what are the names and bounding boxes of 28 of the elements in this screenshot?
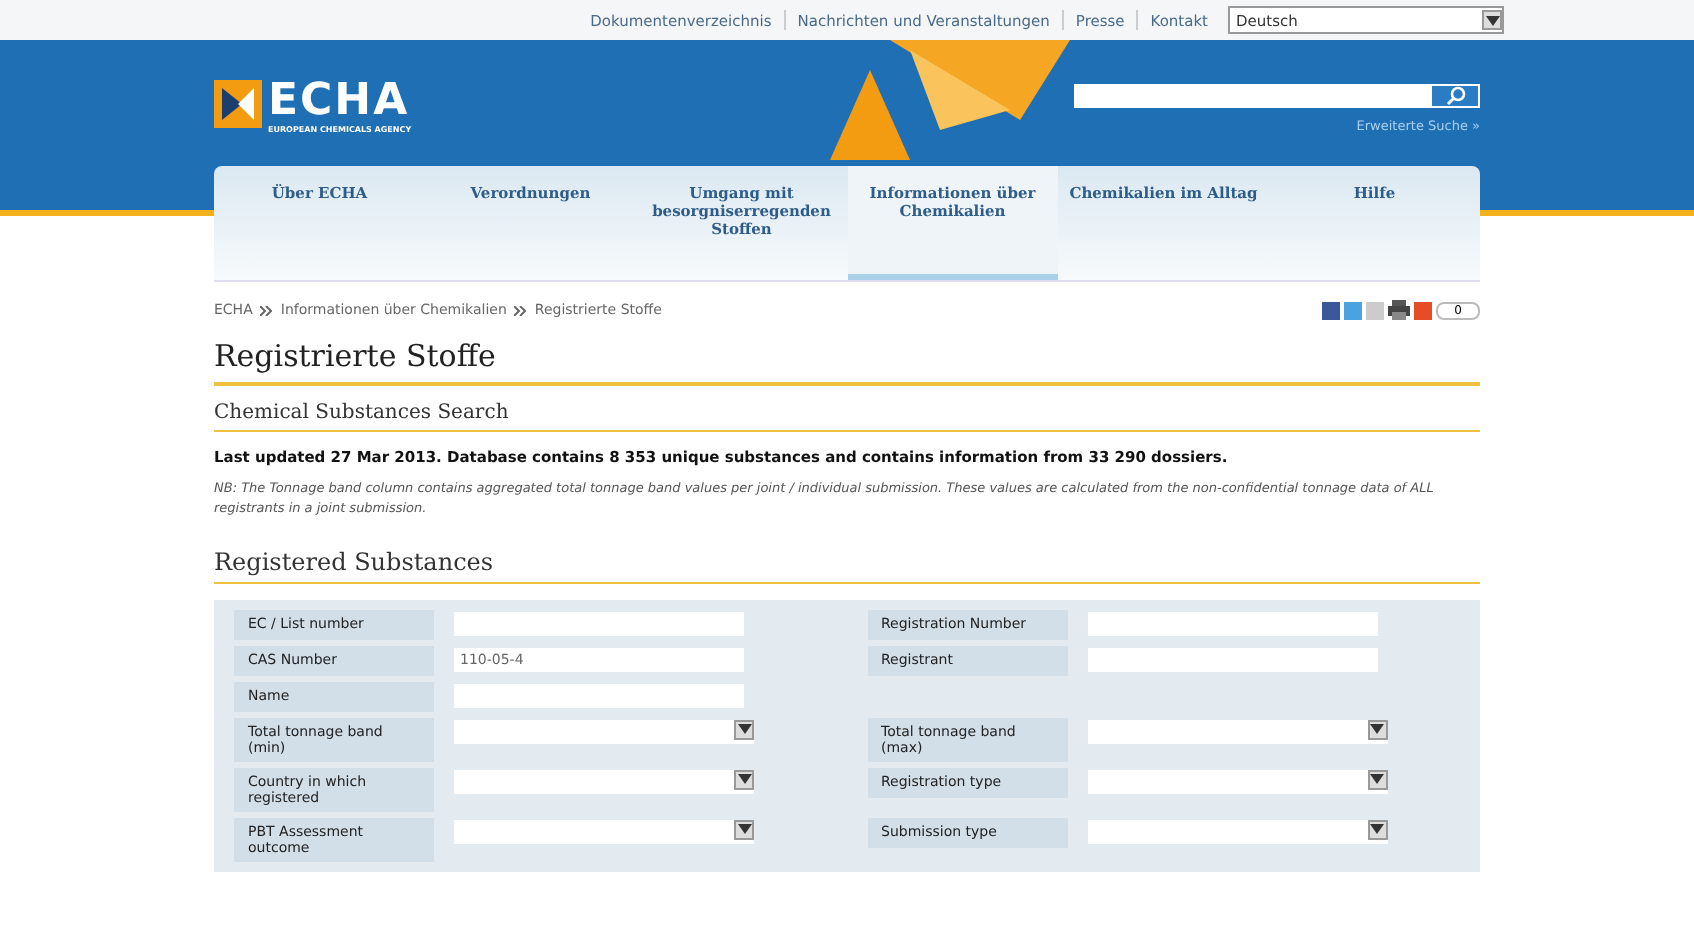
chevron-icon [260, 305, 273, 315]
dropdown-arrow-icon [1367, 769, 1387, 789]
section-heading: Registered Substances [214, 547, 1480, 583]
input-field[interactable] [454, 611, 744, 635]
select-field[interactable] [454, 769, 754, 793]
print-icon[interactable] [1388, 300, 1411, 320]
dropdown-arrow-icon [734, 819, 754, 839]
input-field[interactable] [1087, 647, 1377, 671]
select-field[interactable] [1087, 819, 1387, 843]
dropdown-arrow-icon [1482, 10, 1502, 30]
logo-name: ECHA [268, 80, 412, 124]
search-icon [1445, 86, 1465, 106]
select-field[interactable] [1087, 769, 1387, 793]
logo-icon [214, 80, 262, 128]
select-field[interactable] [454, 719, 754, 743]
select-field[interactable] [454, 819, 754, 843]
search-button[interactable] [1430, 84, 1480, 108]
input-field[interactable] [454, 683, 744, 707]
dropdown-arrow-icon [1367, 819, 1387, 839]
chevron-icon [514, 305, 527, 315]
dropdown-arrow-icon [734, 769, 754, 789]
select-field[interactable] [1087, 719, 1387, 743]
search-field[interactable] [1074, 84, 1430, 108]
section-heading: Chemical Substances Search [214, 402, 1480, 432]
dropdown-arrow-icon [1367, 719, 1387, 739]
dropdown-arrow-icon [734, 719, 754, 739]
page-title: Registrierte Stoffe [214, 338, 1480, 386]
input-field[interactable] [1087, 611, 1377, 635]
